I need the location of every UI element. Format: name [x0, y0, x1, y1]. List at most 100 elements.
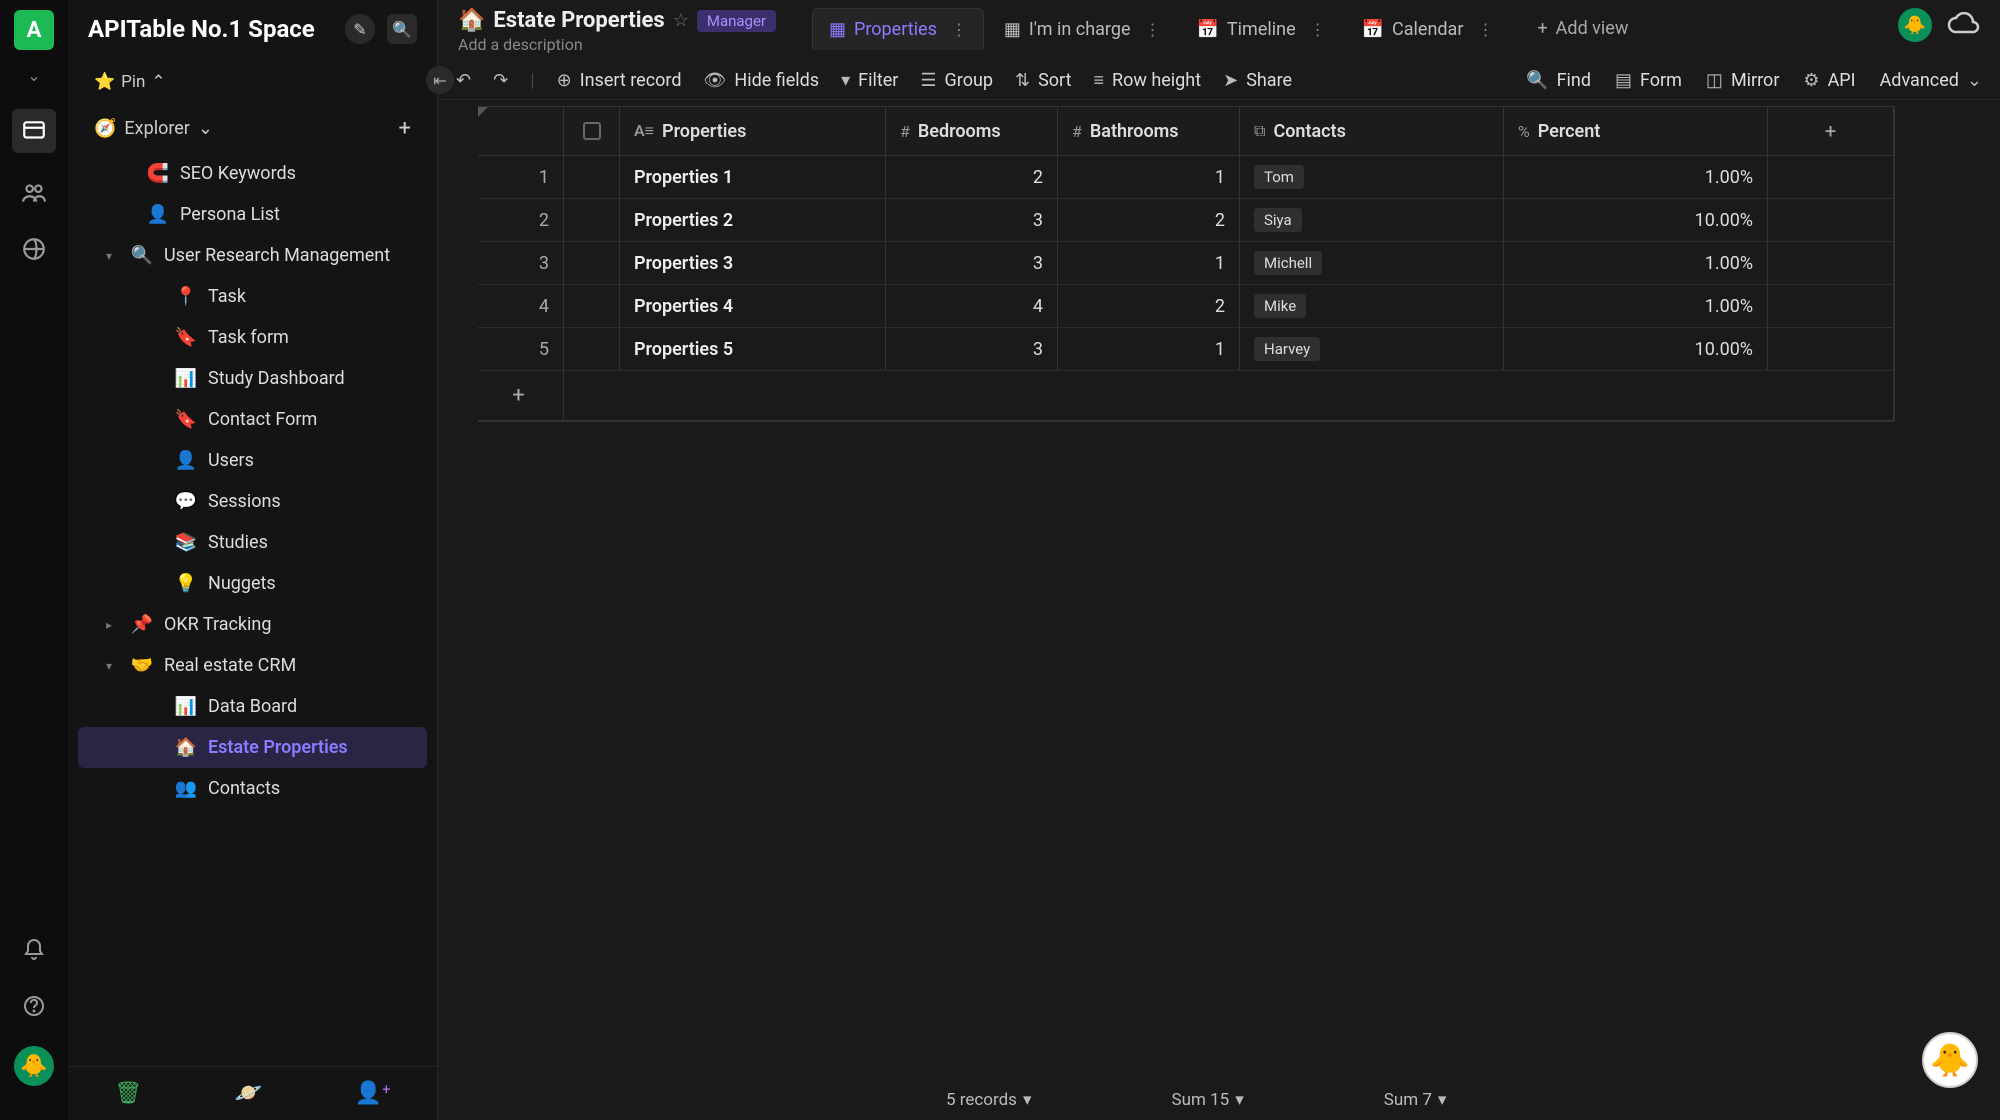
row-checkbox[interactable] [564, 199, 620, 241]
sidebar-item[interactable]: 👤Users [78, 440, 427, 481]
sort-button[interactable]: ⇅Sort [1015, 70, 1071, 91]
cell-percent[interactable]: 1.00% [1504, 285, 1768, 327]
view-more-icon[interactable]: ⋮ [1145, 20, 1161, 39]
nav-workbench-icon[interactable] [12, 109, 56, 153]
trash-icon[interactable]: 🗑 [114, 1081, 142, 1106]
header-bathrooms[interactable]: #Bathrooms [1058, 107, 1240, 155]
add-view-button[interactable]: + Add view [1523, 8, 1642, 49]
add-node-button[interactable]: + [399, 116, 411, 141]
explorer-section[interactable]: 🧭 Explorer ⌄ + [68, 102, 437, 151]
api-button[interactable]: ⚙API [1803, 70, 1855, 91]
header-checkbox[interactable] [564, 107, 620, 155]
row-checkbox[interactable] [564, 156, 620, 198]
sync-icon[interactable] [1946, 12, 1980, 38]
header-contacts[interactable]: ⧉Contacts [1240, 107, 1504, 155]
cell-percent[interactable]: 1.00% [1504, 242, 1768, 284]
cell-properties[interactable]: Properties 4 [620, 285, 886, 327]
header-percent[interactable]: %Percent [1504, 107, 1768, 155]
cell-contacts[interactable]: Tom [1240, 156, 1504, 198]
advanced-button[interactable]: Advanced⌄ [1880, 70, 1982, 91]
cell-contacts[interactable]: Harvey [1240, 328, 1504, 370]
insert-record-button[interactable]: ⊕Insert record [557, 70, 682, 91]
row-checkbox[interactable] [564, 285, 620, 327]
add-column-button[interactable]: + [1768, 107, 1894, 155]
record-count[interactable]: 5 records▾ [946, 1090, 1032, 1110]
header-bedrooms[interactable]: #Bedrooms [886, 107, 1058, 155]
sidebar-item[interactable]: 📊Study Dashboard [78, 358, 427, 399]
contact-chip[interactable]: Mike [1254, 294, 1306, 318]
contact-chip[interactable]: Michell [1254, 251, 1322, 275]
redo-button[interactable]: ↷ [493, 70, 508, 91]
sidebar-item[interactable]: 🔖Contact Form [78, 399, 427, 440]
sidebar-item[interactable]: ▾🔍User Research Management [78, 235, 427, 276]
cell-bedrooms[interactable]: 2 [886, 156, 1058, 198]
cell-contacts[interactable]: Michell [1240, 242, 1504, 284]
view-tab[interactable]: 📅Calendar⋮ [1346, 9, 1510, 50]
row-height-button[interactable]: ≡Row height [1093, 70, 1201, 91]
cell-bathrooms[interactable]: 1 [1058, 156, 1240, 198]
share-button[interactable]: ➤Share [1223, 70, 1292, 91]
contact-chip[interactable]: Siya [1254, 208, 1302, 232]
cell-bathrooms[interactable]: 1 [1058, 328, 1240, 370]
sidebar-item[interactable]: 💡Nuggets [78, 563, 427, 604]
table-row[interactable]: 1Properties 121Tom1.00% [478, 156, 1894, 199]
table-row[interactable]: 5Properties 531Harvey10.00% [478, 328, 1894, 371]
contact-chip[interactable]: Tom [1254, 165, 1304, 189]
sidebar-item[interactable]: 📊Data Board [78, 686, 427, 727]
workspace-switcher-chevron[interactable]: ⌄ [27, 66, 40, 85]
collab-avatar[interactable]: 🐥 [1898, 8, 1932, 42]
sidebar-item[interactable]: 🔖Task form [78, 317, 427, 358]
view-tab[interactable]: 📅Timeline⋮ [1181, 9, 1342, 50]
view-tab[interactable]: ▦Properties⋮ [812, 8, 984, 50]
cell-bedrooms[interactable]: 4 [886, 285, 1058, 327]
nav-contacts-icon[interactable] [18, 177, 50, 209]
template-icon[interactable]: 🪐 [235, 1081, 262, 1106]
filter-button[interactable]: ▾Filter [841, 70, 898, 91]
table-row[interactable]: 2Properties 232Siya10.00% [478, 199, 1894, 242]
pin-section[interactable]: ⭐ Pin ⌃ [68, 62, 437, 102]
group-button[interactable]: ☰Group [920, 70, 993, 91]
cell-properties[interactable]: Properties 2 [620, 199, 886, 241]
view-tab[interactable]: ▦I'm in charge⋮ [988, 9, 1177, 50]
view-more-icon[interactable]: ⋮ [1310, 20, 1326, 39]
nav-notifications-icon[interactable] [18, 934, 50, 966]
sidebar-item[interactable]: 👥Contacts [78, 768, 427, 809]
nav-help-icon[interactable] [18, 990, 50, 1022]
cell-properties[interactable]: Properties 5 [620, 328, 886, 370]
hide-fields-button[interactable]: 👁Hide fields [704, 70, 820, 91]
cell-contacts[interactable]: Mike [1240, 285, 1504, 327]
cell-percent[interactable]: 10.00% [1504, 199, 1768, 241]
sidebar-item[interactable]: 📚Studies [78, 522, 427, 563]
sum-bedrooms[interactable]: Sum 15▾ [1172, 1090, 1244, 1110]
doc-description[interactable]: Add a description [458, 35, 798, 54]
cell-bathrooms[interactable]: 2 [1058, 199, 1240, 241]
row-checkbox[interactable] [564, 328, 620, 370]
sidebar-item[interactable]: 👤Persona List [78, 194, 427, 235]
find-button[interactable]: 🔍Find [1526, 70, 1591, 91]
sum-bathrooms[interactable]: Sum 7▾ [1384, 1090, 1447, 1110]
cell-properties[interactable]: Properties 1 [620, 156, 886, 198]
contact-chip[interactable]: Harvey [1254, 337, 1320, 361]
header-properties[interactable]: A≡Properties [620, 107, 886, 155]
user-avatar[interactable]: 🐥 [14, 1046, 54, 1086]
sidebar-item[interactable]: 📍Task [78, 276, 427, 317]
sidebar-item[interactable]: 🏠Estate Properties [78, 727, 427, 768]
cell-percent[interactable]: 1.00% [1504, 156, 1768, 198]
cell-percent[interactable]: 10.00% [1504, 328, 1768, 370]
assistant-float-button[interactable]: 🐥 [1922, 1032, 1978, 1088]
cell-contacts[interactable]: Siya [1240, 199, 1504, 241]
view-more-icon[interactable]: ⋮ [951, 20, 967, 39]
edit-icon[interactable]: ✎ [345, 14, 375, 44]
sidebar-item[interactable]: ▾🤝Real estate CRM [78, 645, 427, 686]
workspace-badge[interactable]: A [14, 10, 54, 50]
sidebar-item[interactable]: 🧲SEO Keywords [78, 153, 427, 194]
expand-handle-icon[interactable] [478, 107, 488, 117]
undo-button[interactable]: ↶ [456, 70, 471, 91]
nav-discover-icon[interactable] [18, 233, 50, 265]
cell-bathrooms[interactable]: 1 [1058, 242, 1240, 284]
table-row[interactable]: 4Properties 442Mike1.00% [478, 285, 1894, 328]
invite-icon[interactable]: 👤⁺ [355, 1081, 391, 1106]
sidebar-item[interactable]: ▸📌OKR Tracking [78, 604, 427, 645]
cell-bathrooms[interactable]: 2 [1058, 285, 1240, 327]
favorite-star-icon[interactable]: ☆ [673, 10, 689, 31]
